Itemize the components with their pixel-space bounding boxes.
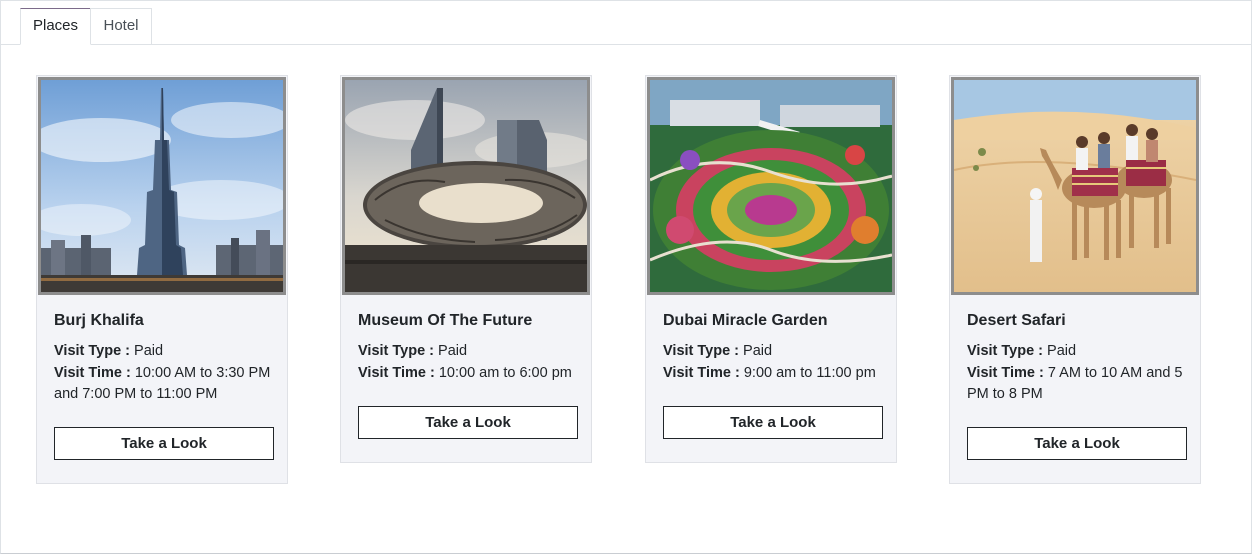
desert-safari-image <box>951 77 1199 295</box>
place-card-burj-khalifa: Burj Khalifa Visit Type : Paid Visit Tim… <box>36 75 288 484</box>
place-title: Desert Safari <box>967 312 1066 329</box>
place-info: Visit Type : Paid Visit Time : 7 AM to 1… <box>967 341 1189 406</box>
visit-time-label: Visit Time : <box>663 364 740 381</box>
burj-khalifa-photo <box>41 80 283 292</box>
visit-time-row: Visit Time : 10:00 am to 6:00 pm <box>358 363 580 385</box>
visit-time-label: Visit Time : <box>54 364 131 381</box>
tab-bar: Places Hotel <box>1 1 1251 45</box>
visit-time-label: Visit Time : <box>967 364 1044 381</box>
visit-type-label: Visit Type : <box>967 343 1044 359</box>
place-card-desert-safari: Desert Safari Visit Type : Paid Visit Ti… <box>949 75 1201 484</box>
take-a-look-button[interactable]: Take a Look <box>358 406 578 439</box>
visit-time-label: Visit Time : <box>358 364 435 381</box>
visit-time-row: Visit Time : 9:00 am to 11:00 pm <box>663 363 885 385</box>
place-info: Visit Type : Paid Visit Time : 10:00 AM … <box>54 341 276 406</box>
visit-type-value: Paid <box>134 343 164 359</box>
visit-type-value: Paid <box>1047 343 1077 359</box>
miracle-garden-image <box>647 77 895 295</box>
visit-type-row: Visit Type : Paid <box>358 341 580 363</box>
tab-hotel[interactable]: Hotel <box>90 8 152 44</box>
visit-time-value: 10:00 am to 6:00 pm <box>438 364 572 381</box>
visit-type-value: Paid <box>743 343 773 359</box>
burj-khalifa-image <box>38 77 286 295</box>
take-a-look-button[interactable]: Take a Look <box>663 406 883 439</box>
visit-type-label: Visit Type : <box>358 343 435 359</box>
visit-time-value: 9:00 am to 11:00 pm <box>743 364 876 381</box>
place-title: Museum Of The Future <box>358 312 533 329</box>
visit-time-row: Visit Time : 7 AM to 10 AM and 5 PM to 8… <box>967 363 1189 406</box>
visit-time-row: Visit Time : 10:00 AM to 3:30 PM and 7:0… <box>54 363 276 406</box>
museum-of-the-future-image <box>342 77 590 295</box>
take-a-look-button[interactable]: Take a Look <box>967 427 1187 460</box>
miracle-garden-photo <box>650 80 892 292</box>
place-info: Visit Type : Paid Visit Time : 9:00 am t… <box>663 341 885 384</box>
visit-type-label: Visit Type : <box>663 343 740 359</box>
tab-places[interactable]: Places <box>20 8 91 45</box>
visit-type-row: Visit Type : Paid <box>54 341 276 363</box>
visit-type-row: Visit Type : Paid <box>967 341 1189 363</box>
visit-type-row: Visit Type : Paid <box>663 341 885 363</box>
take-a-look-button[interactable]: Take a Look <box>54 427 274 460</box>
visit-type-label: Visit Type : <box>54 343 131 359</box>
visit-type-value: Paid <box>438 343 468 359</box>
place-card-museum-of-the-future: Museum Of The Future Visit Type : Paid V… <box>340 75 592 463</box>
museum-of-the-future-photo <box>345 80 587 292</box>
place-card-dubai-miracle-garden: Dubai Miracle Garden Visit Type : Paid V… <box>645 75 897 463</box>
place-title: Burj Khalifa <box>54 312 144 329</box>
place-title: Dubai Miracle Garden <box>663 312 828 329</box>
place-info: Visit Type : Paid Visit Time : 10:00 am … <box>358 341 580 384</box>
desert-safari-photo <box>954 80 1196 292</box>
